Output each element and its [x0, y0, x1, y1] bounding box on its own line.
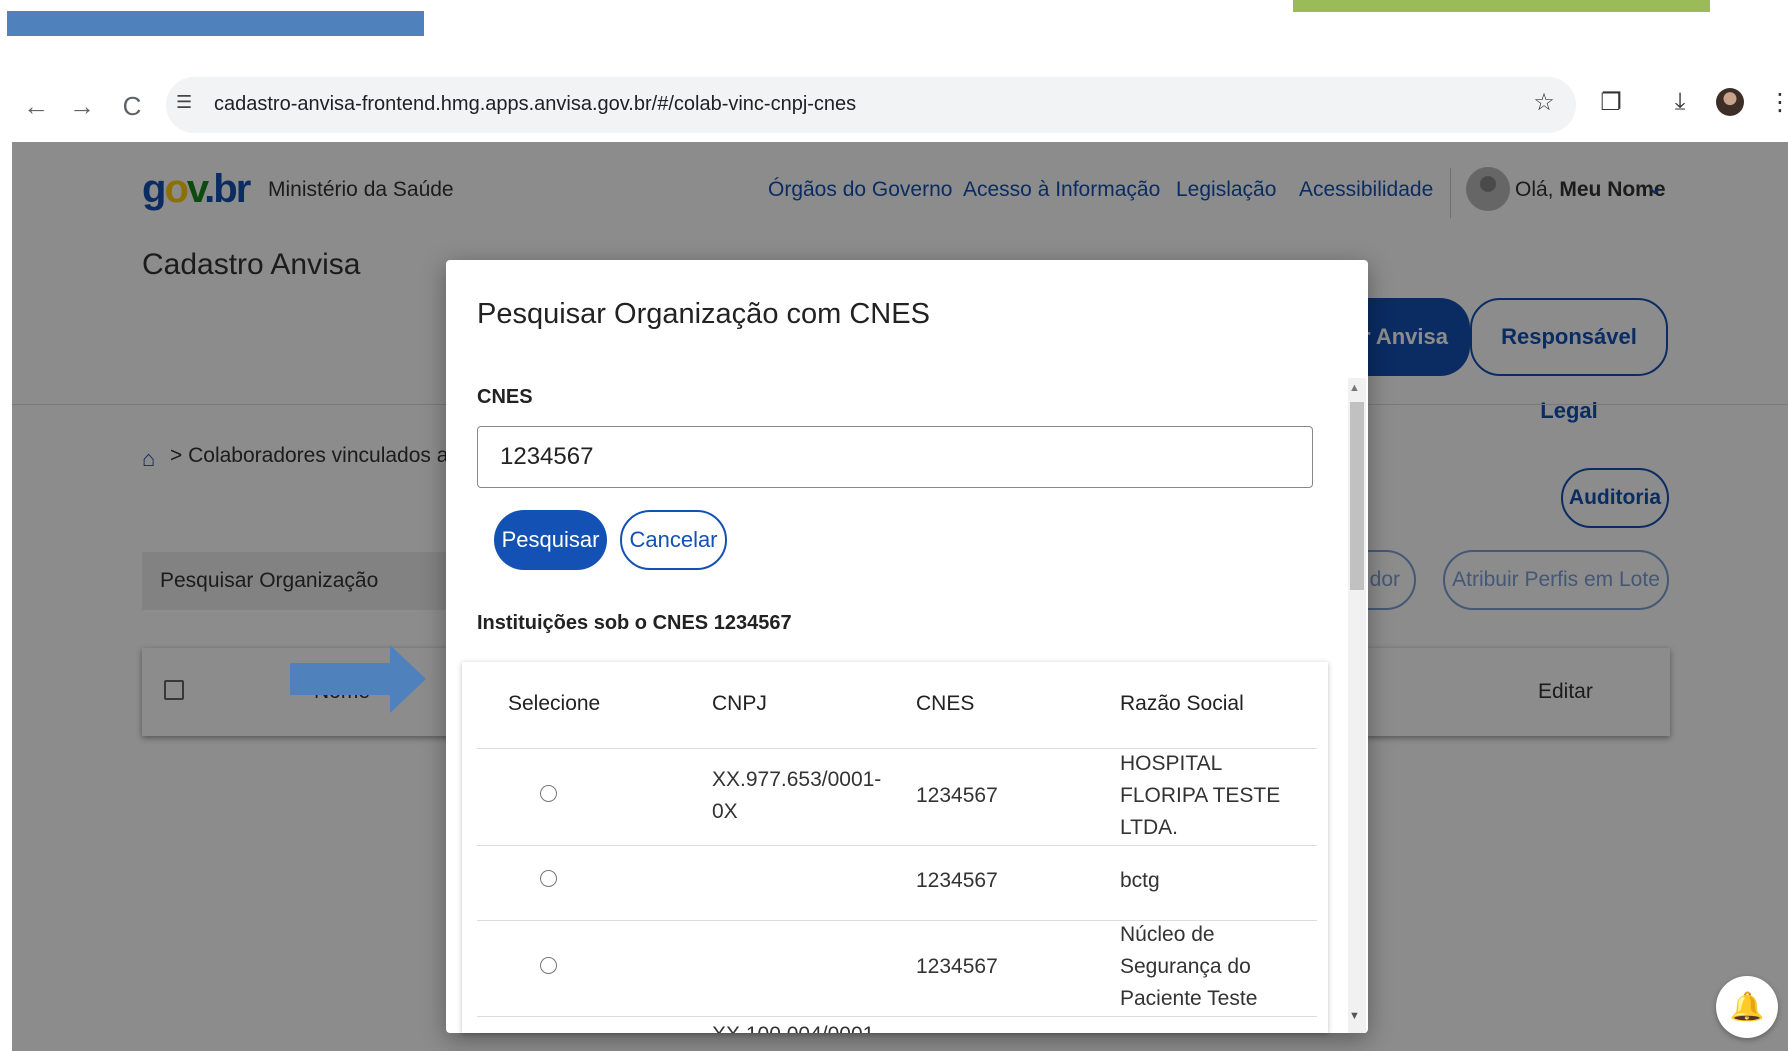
scroll-down-icon[interactable]: ▼ — [1349, 1010, 1360, 1022]
row-cnes: 1234567 — [916, 955, 998, 978]
column-selecione: Selecione — [508, 692, 601, 715]
reload-icon[interactable]: C — [114, 88, 150, 124]
pesquisar-button[interactable]: Pesquisar — [494, 510, 607, 570]
annotation-arrow — [290, 645, 426, 713]
notification-bell-icon[interactable]: 🔔 — [1716, 976, 1778, 1038]
row-cnpj: XX.977.653/0001- 0X — [712, 768, 882, 823]
download-icon[interactable]: ⤓ — [1662, 88, 1698, 116]
cnes-label: CNES — [477, 386, 533, 408]
modal-title: Pesquisar Organização com CNES — [477, 298, 930, 330]
modal-scrollbar-thumb[interactable] — [1350, 402, 1364, 590]
bookmark-star-icon[interactable]: ☆ — [1526, 88, 1562, 117]
browser-profile-avatar[interactable] — [1716, 88, 1744, 116]
row-razao-social: HOSPITAL FLORIPA TESTE LTDA. — [1120, 752, 1281, 839]
row-cnes: 1234567 — [916, 869, 998, 892]
browser-menu-icon[interactable]: ⋮ — [1768, 88, 1788, 117]
cnes-input[interactable] — [477, 426, 1313, 488]
column-razao-social: Razão Social — [1120, 692, 1244, 715]
institutions-heading: Instituições sob o CNES 1234567 — [477, 612, 792, 634]
row-divider — [477, 845, 1317, 846]
row-cnpj: XX.100.004/0001 — [712, 1022, 874, 1033]
extensions-icon[interactable]: ❐ — [1593, 88, 1629, 117]
row-razao-social: bctg — [1120, 869, 1160, 892]
cancelar-button[interactable]: Cancelar — [620, 510, 727, 570]
site-info-icon[interactable]: ☰ — [176, 92, 192, 113]
column-cnpj: CNPJ — [712, 692, 767, 715]
scroll-up-icon[interactable]: ▲ — [1349, 382, 1360, 394]
row-razao-social: Núcleo de Segurança do Paciente Teste — [1120, 923, 1258, 1010]
row-divider — [477, 1016, 1317, 1017]
row-cnes: 1234567 — [916, 784, 998, 807]
back-icon[interactable]: ← — [18, 88, 54, 124]
row-radio[interactable] — [540, 870, 557, 887]
annotation-bar-blue — [7, 11, 424, 36]
column-cnes: CNES — [916, 692, 975, 715]
annotation-bar-green — [1293, 0, 1710, 12]
row-radio[interactable] — [540, 785, 557, 802]
forward-icon[interactable]: → — [64, 88, 100, 124]
row-radio[interactable] — [540, 957, 557, 974]
url-text[interactable]: cadastro-anvisa-frontend.hmg.apps.anvisa… — [214, 93, 856, 116]
